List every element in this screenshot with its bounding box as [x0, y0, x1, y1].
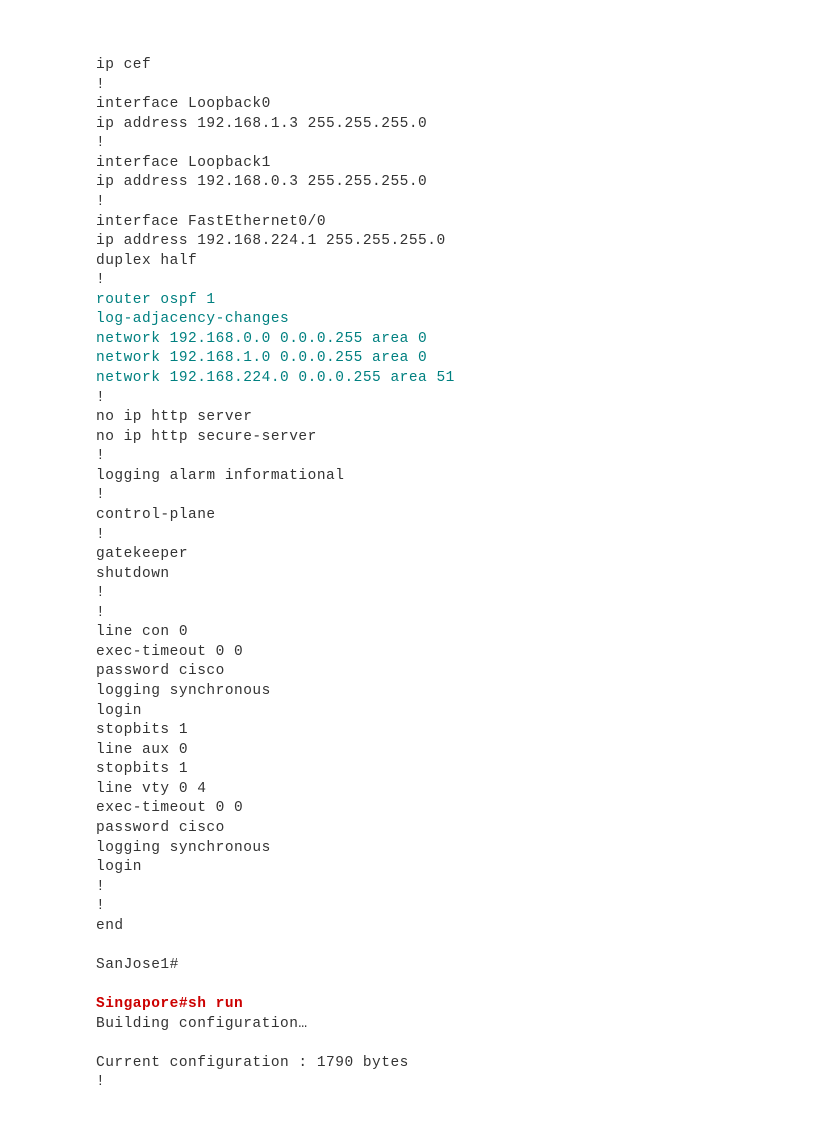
config-line: !	[96, 1073, 816, 1093]
config-line: stopbits 1	[96, 721, 816, 741]
config-line: interface Loopback0	[96, 95, 816, 115]
config-line: exec-timeout 0 0	[96, 643, 816, 663]
config-line: login	[96, 702, 816, 722]
config-line: Building configuration…	[96, 1015, 816, 1035]
config-line: !	[96, 193, 816, 213]
config-line: ip cef	[96, 56, 816, 76]
config-line: !	[96, 271, 816, 291]
config-line: line aux 0	[96, 741, 816, 761]
config-line: line con 0	[96, 623, 816, 643]
config-line: ip address 192.168.224.1 255.255.255.0	[96, 232, 816, 252]
config-line: !	[96, 486, 816, 506]
config-line: ip address 192.168.0.3 255.255.255.0	[96, 173, 816, 193]
config-output: ip cef!interface Loopback0ip address 192…	[96, 56, 816, 1093]
config-line: control-plane	[96, 506, 816, 526]
config-line: interface Loopback1	[96, 154, 816, 174]
config-line: !	[96, 878, 816, 898]
config-line: logging synchronous	[96, 682, 816, 702]
blank-line	[96, 936, 816, 956]
blank-line	[96, 975, 816, 995]
config-line: !	[96, 584, 816, 604]
config-line: log-adjacency-changes	[96, 310, 816, 330]
blank-line	[96, 1034, 816, 1054]
config-line: no ip http server	[96, 408, 816, 428]
config-line: SanJose1#	[96, 956, 816, 976]
config-line: end	[96, 917, 816, 937]
config-line: network 192.168.0.0 0.0.0.255 area 0	[96, 330, 816, 350]
config-line: shutdown	[96, 565, 816, 585]
config-line: !	[96, 447, 816, 467]
config-line: password cisco	[96, 819, 816, 839]
config-line: network 192.168.224.0 0.0.0.255 area 51	[96, 369, 816, 389]
config-line: gatekeeper	[96, 545, 816, 565]
config-line: !	[96, 389, 816, 409]
config-line: !	[96, 134, 816, 154]
config-line: password cisco	[96, 662, 816, 682]
config-line: interface FastEthernet0/0	[96, 213, 816, 233]
config-line: Current configuration : 1790 bytes	[96, 1054, 816, 1074]
config-line: !	[96, 604, 816, 624]
config-line: ip address 192.168.1.3 255.255.255.0	[96, 115, 816, 135]
config-line: no ip http secure-server	[96, 428, 816, 448]
config-line: router ospf 1	[96, 291, 816, 311]
config-line: line vty 0 4	[96, 780, 816, 800]
config-line: exec-timeout 0 0	[96, 799, 816, 819]
config-line: !	[96, 897, 816, 917]
config-line: network 192.168.1.0 0.0.0.255 area 0	[96, 349, 816, 369]
config-line: duplex half	[96, 252, 816, 272]
config-line: login	[96, 858, 816, 878]
config-line: stopbits 1	[96, 760, 816, 780]
config-line: !	[96, 526, 816, 546]
config-line: Singapore#sh run	[96, 995, 816, 1015]
config-line: logging alarm informational	[96, 467, 816, 487]
config-line: !	[96, 76, 816, 96]
config-line: logging synchronous	[96, 839, 816, 859]
